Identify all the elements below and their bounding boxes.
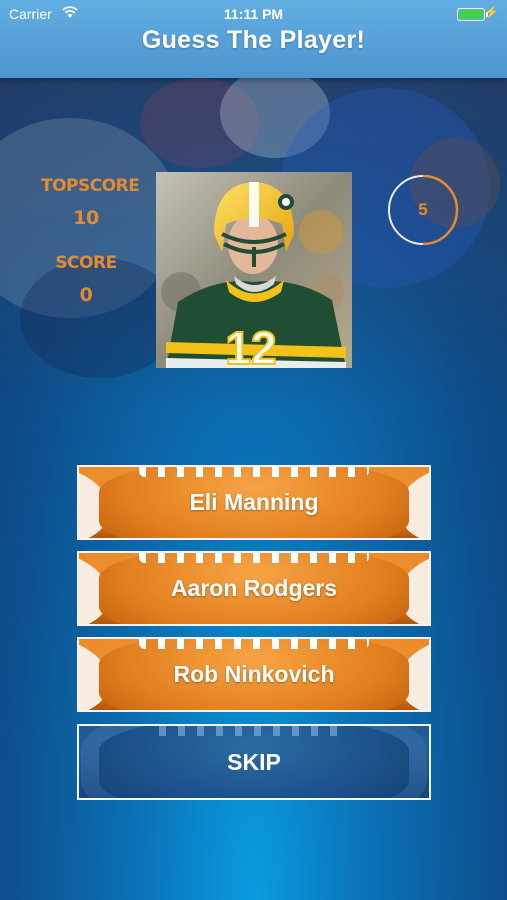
topscore-label: TOPSCORE (41, 176, 140, 196)
answer-label: Rob Ninkovich (173, 661, 335, 687)
player-photo: 12 (156, 172, 352, 368)
player-illustration: 12 (156, 172, 352, 368)
status-time: 11:11 PM (223, 6, 284, 22)
skip-label: SKIP (227, 748, 281, 775)
answer-button-3[interactable]: Rob Ninkovich (77, 637, 431, 712)
answer-button-2[interactable]: Aaron Rodgers (77, 551, 431, 626)
charging-icon: ⚡ (484, 5, 499, 19)
navigation-bar: Carrier 11:11 PM ⚡ Guess The Player! (0, 0, 507, 78)
countdown-value: 5 (418, 200, 428, 219)
score-value: 0 (79, 284, 93, 306)
status-bar: Carrier 11:11 PM ⚡ (0, 0, 507, 28)
answer-label: Aaron Rodgers (170, 575, 338, 601)
skip-button[interactable]: SKIP (77, 724, 431, 800)
topscore-value: 10 (73, 207, 99, 229)
score-label: SCORE (55, 253, 117, 273)
jersey-number: 12 (225, 322, 276, 368)
battery-icon (457, 8, 488, 21)
page-title: Guess The Player! (141, 26, 366, 54)
answer-button-1[interactable]: Eli Manning (77, 465, 431, 540)
answer-label: Eli Manning (189, 489, 319, 515)
